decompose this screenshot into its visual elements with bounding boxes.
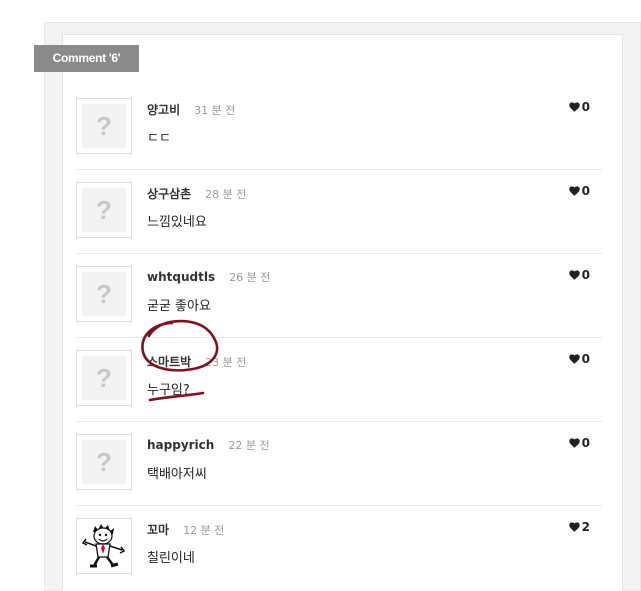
comment-count-label: Comment '6' [34, 45, 139, 72]
comment-item: ? happyrich 22 분 전 택배아저씨 0 [76, 422, 602, 506]
comment-item: ? 양고비 31 분 전 ㄷㄷ 0 [76, 86, 602, 170]
like-button[interactable]: 2 [568, 520, 590, 534]
heart-icon [568, 438, 580, 448]
comment-item: 꼬마 12 분 전 칠린이네 2 [76, 506, 602, 590]
avatar[interactable]: ? [76, 350, 132, 406]
heart-icon [568, 270, 580, 280]
placeholder-avatar-icon: ? [82, 188, 126, 232]
heart-icon [568, 354, 580, 364]
like-button[interactable]: 0 [568, 184, 590, 198]
like-button[interactable]: 0 [568, 352, 590, 366]
comment-text: 굳굳 좋아요 [147, 299, 211, 314]
like-count: 0 [581, 184, 590, 198]
avatar[interactable]: ? [76, 98, 132, 154]
like-count: 0 [581, 100, 590, 114]
like-count: 0 [581, 352, 590, 366]
comment-text: 택배아저씨 [147, 467, 207, 482]
comment-text: 칠린이네 [147, 551, 195, 566]
like-count: 0 [581, 436, 590, 450]
avatar[interactable]: ? [76, 266, 132, 322]
comment-text: ㄷㄷ [147, 131, 171, 146]
comment-meta: 꼬마 12 분 전 [147, 521, 224, 539]
placeholder-avatar-icon: ? [82, 104, 126, 148]
like-button[interactable]: 0 [568, 268, 590, 282]
comment-time: 28 분 전 [205, 188, 247, 201]
comment-author[interactable]: 양고비 [147, 101, 180, 118]
comment-item: ? 상구삼촌 28 분 전 느낌있네요 0 [76, 170, 602, 254]
comment-author[interactable]: 스마트박 [147, 353, 191, 370]
like-button[interactable]: 0 [568, 436, 590, 450]
comment-text: 느낌있네요 [147, 215, 207, 230]
avatar[interactable] [76, 518, 132, 574]
placeholder-avatar-icon: ? [82, 440, 126, 484]
comment-list: ? 양고비 31 분 전 ㄷㄷ 0 ? 상구삼촌 28 분 전 느낌있네요 0 … [76, 86, 602, 590]
comment-meta: 스마트박 23 분 전 [147, 353, 246, 371]
comment-author[interactable]: happyrich [147, 438, 214, 452]
placeholder-avatar-icon: ? [82, 356, 126, 400]
placeholder-avatar-icon: ? [82, 272, 126, 316]
heart-icon [568, 522, 580, 532]
comment-item: ? 스마트박 23 분 전 누구임? 0 [76, 338, 602, 422]
comment-time: 31 분 전 [194, 104, 236, 117]
comment-time: 23 분 전 [205, 356, 247, 369]
cartoon-character-avatar [81, 524, 126, 568]
comment-meta: 양고비 31 분 전 [147, 101, 235, 119]
heart-icon [568, 102, 580, 112]
comment-author[interactable]: 상구삼촌 [147, 185, 191, 202]
comment-meta: happyrich 22 분 전 [147, 437, 270, 455]
like-count: 2 [581, 520, 590, 534]
comment-item: ? whtqudtls 26 분 전 굳굳 좋아요 0 [76, 254, 602, 338]
comment-meta: whtqudtls 26 분 전 [147, 269, 270, 287]
comment-meta: 상구삼촌 28 분 전 [147, 185, 246, 203]
avatar[interactable]: ? [76, 434, 132, 490]
comment-time: 26 분 전 [229, 271, 271, 284]
avatar[interactable]: ? [76, 182, 132, 238]
comment-author[interactable]: 꼬마 [147, 521, 169, 538]
comment-text: 누구임? [147, 383, 190, 398]
like-button[interactable]: 0 [568, 100, 590, 114]
comment-author[interactable]: whtqudtls [147, 270, 215, 284]
comment-time: 12 분 전 [183, 524, 225, 537]
like-count: 0 [581, 268, 590, 282]
comment-time: 22 분 전 [228, 439, 270, 452]
heart-icon [568, 186, 580, 196]
